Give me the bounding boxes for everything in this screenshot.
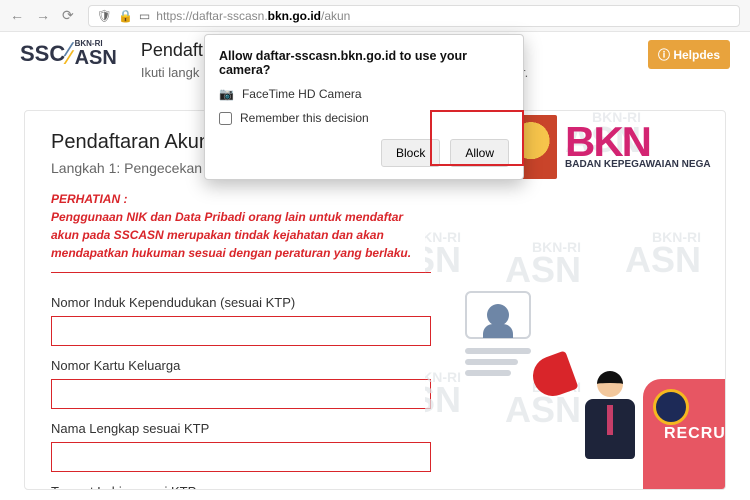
address-icons: 🛡 🔒 ▭ — [97, 9, 151, 23]
nik-input[interactable] — [51, 316, 431, 346]
browser-chrome: ← → ⟳ 🛡 🔒 ▭ https://daftar-sscasn.bkn.go… — [0, 0, 750, 32]
watermark: BKN-RIASN — [425, 371, 461, 416]
warning-block: PERHATIAN : Penggunaan NIK dan Data Prib… — [51, 190, 421, 262]
camera-icon: 📷 — [219, 87, 234, 101]
id-card-lines — [465, 343, 531, 376]
remember-label: Remember this decision — [240, 111, 369, 125]
warning-divider — [51, 272, 431, 273]
id-card-icon — [465, 291, 531, 339]
lock-icon[interactable]: 🔒 — [118, 9, 133, 23]
kk-input[interactable] — [51, 379, 431, 409]
person-icon — [487, 304, 509, 326]
bkn-big-text: BKN — [565, 124, 711, 160]
permission-device-row: 📷 FaceTime HD Camera — [219, 87, 509, 101]
warning-header: PERHATIAN : — [51, 190, 421, 208]
bkn-sub-text: BADAN KEPEGAWAIAN NEGA — [565, 159, 711, 170]
nav-buttons: ← → ⟳ — [10, 7, 74, 24]
reload-icon[interactable]: ⟳ — [62, 7, 74, 24]
watermark: BKN-RIASN — [505, 241, 581, 286]
shield-icon[interactable]: 🛡 — [97, 9, 112, 23]
helpdesk-button[interactable]: ⓘ Helpdes — [648, 40, 730, 69]
logo-slashes-icon: ∕∕ — [67, 40, 70, 68]
sscasn-logo[interactable]: SSC ∕∕ BKN-RI ASN — [20, 40, 117, 68]
permission-device: FaceTime HD Camera — [242, 87, 362, 101]
businessman-icon — [575, 371, 645, 481]
watermark: BKN-RIASN — [425, 231, 461, 276]
camera-permission-dialog: Allow daftar-sscasn.bkn.go.id to use you… — [204, 34, 524, 180]
permission-remember-row[interactable]: Remember this decision — [219, 111, 509, 125]
remember-checkbox[interactable] — [219, 112, 232, 125]
window-icon[interactable]: ▭ — [139, 9, 150, 23]
allow-button[interactable]: Allow — [450, 139, 509, 167]
logo-ssc-text: SSC — [20, 41, 65, 67]
seal-badge-icon — [653, 389, 689, 425]
permission-title: Allow daftar-sscasn.bkn.go.id to use you… — [219, 49, 509, 77]
warning-body: Penggunaan NIK dan Data Pribadi orang la… — [51, 208, 421, 262]
logo-asn-text: ASN — [75, 48, 117, 68]
url-text: https://daftar-sscasn.bkn.go.id/akun — [156, 9, 350, 23]
watermark: BKN-RIASN — [625, 231, 701, 276]
permission-actions: Block Allow — [219, 139, 509, 167]
info-icon: ⓘ — [658, 48, 673, 62]
block-button[interactable]: Block — [381, 139, 440, 167]
address-bar[interactable]: 🛡 🔒 ▭ https://daftar-sscasn.bkn.go.id/ak… — [88, 5, 740, 27]
nama-input[interactable] — [51, 442, 431, 472]
bkn-brand: BKN BADAN KEPEGAWAIAN NEGA — [505, 115, 725, 179]
forward-icon[interactable]: → — [36, 7, 50, 24]
back-icon[interactable]: ← — [10, 7, 24, 24]
